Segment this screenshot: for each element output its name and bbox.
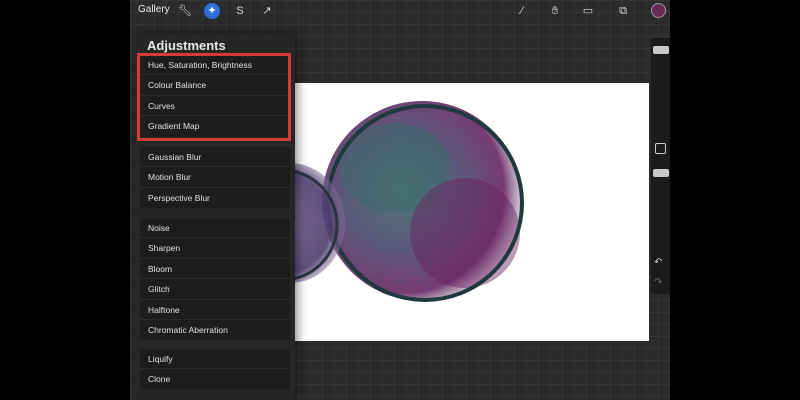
menu-item-sharpen[interactable]: Sharpen	[140, 238, 290, 259]
layers-icon[interactable]: ⧉	[615, 3, 631, 19]
menu-item-noise[interactable]: Noise	[140, 218, 290, 239]
menu-item-glitch[interactable]: Glitch	[140, 279, 290, 300]
adjustments-group-tools: Liquify Clone	[140, 349, 290, 390]
canvas-artwork	[290, 101, 524, 302]
redo-icon[interactable]: ↷	[654, 277, 662, 288]
adjustments-group-blur: Gaussian Blur Motion Blur Perspective Bl…	[140, 147, 290, 209]
brush-sidebar: ↶ ↷	[651, 38, 670, 294]
highlight-box	[137, 53, 291, 141]
menu-item-perspective-blur[interactable]: Perspective Blur	[140, 188, 290, 208]
left-letterbox	[0, 0, 130, 400]
panel-title: Adjustments	[147, 38, 226, 53]
transform-icon[interactable]: ↗	[259, 3, 275, 19]
menu-item-chromatic-aberration[interactable]: Chromatic Aberration	[140, 320, 290, 340]
right-letterbox	[670, 0, 800, 400]
opacity-slider[interactable]	[653, 169, 669, 177]
selection-icon[interactable]: S	[232, 3, 248, 19]
undo-icon[interactable]: ↶	[654, 257, 662, 268]
menu-item-gaussian-blur[interactable]: Gaussian Blur	[140, 147, 290, 168]
menu-item-clone[interactable]: Clone	[140, 369, 290, 389]
magic-wand-icon[interactable]: ✦	[204, 3, 220, 19]
color-picker-button[interactable]	[651, 3, 666, 18]
drawing-canvas[interactable]	[290, 83, 649, 341]
brush-icon[interactable]: ∕	[514, 3, 530, 19]
adjustments-group-effects: Noise Sharpen Bloom Glitch Halftone Chro…	[140, 218, 290, 341]
brush-size-slider[interactable]	[653, 46, 669, 54]
menu-item-motion-blur[interactable]: Motion Blur	[140, 167, 290, 188]
menu-item-halftone[interactable]: Halftone	[140, 300, 290, 320]
wrench-icon[interactable]: 🔧︎	[177, 3, 193, 19]
eraser-icon[interactable]: ▭	[580, 3, 596, 19]
top-toolbar: Gallery 🔧︎ ✦ S ↗ ∕ ✋︎ ▭ ⧉	[130, 0, 670, 22]
menu-item-liquify[interactable]: Liquify	[140, 349, 290, 370]
smudge-icon[interactable]: ✋︎	[547, 3, 563, 19]
gallery-button[interactable]: Gallery	[138, 4, 170, 15]
modify-button[interactable]	[655, 143, 666, 154]
menu-item-bloom[interactable]: Bloom	[140, 259, 290, 280]
